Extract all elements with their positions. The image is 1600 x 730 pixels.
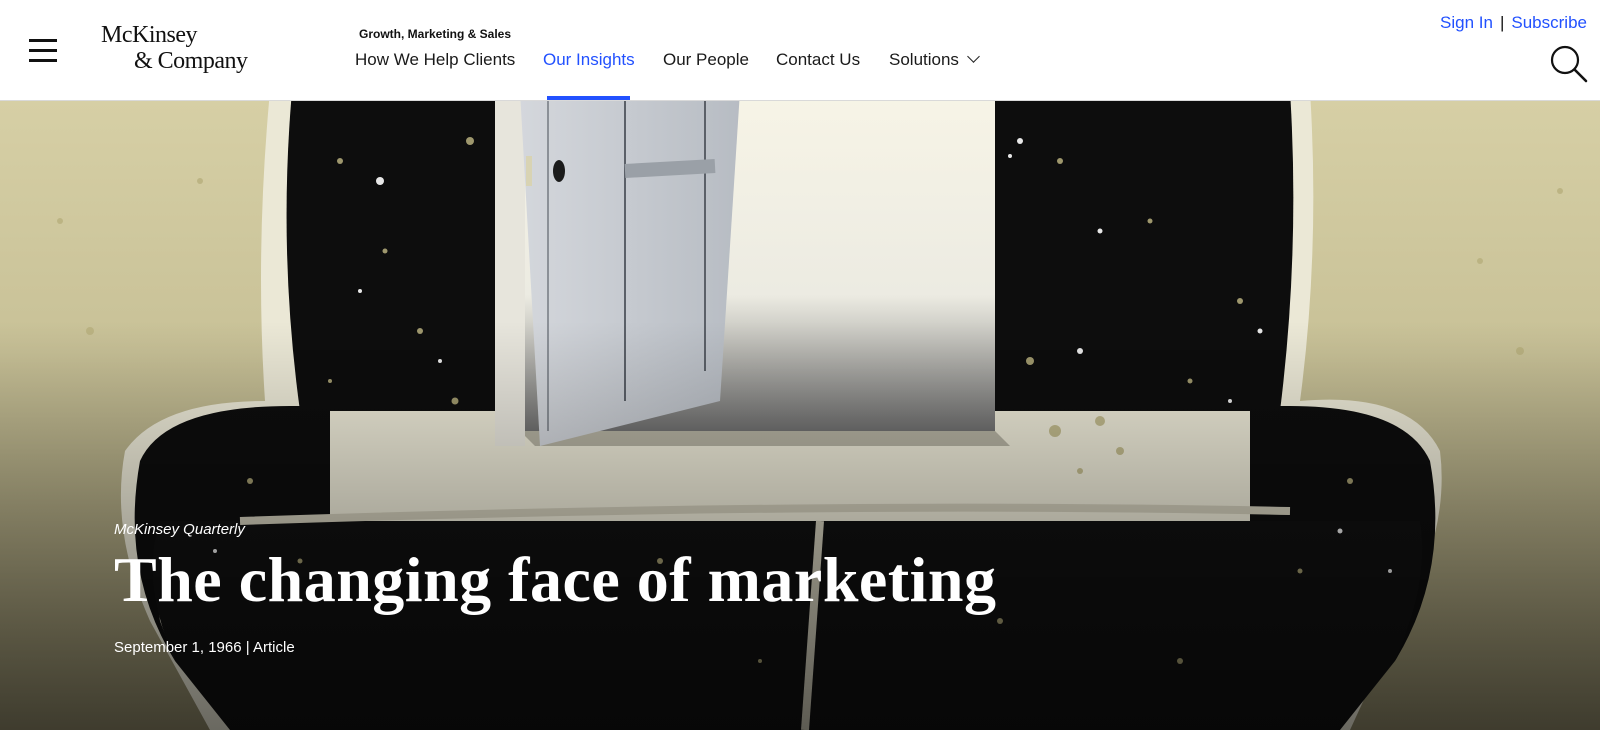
article-meta: September 1, 1966 | Article bbox=[114, 639, 295, 656]
nav-solutions[interactable]: Solutions bbox=[889, 50, 980, 70]
sign-in-link[interactable]: Sign In bbox=[1440, 13, 1493, 32]
site-header: McKinsey & Company Growth, Marketing & S… bbox=[0, 0, 1600, 101]
nav-our-people[interactable]: Our People bbox=[663, 50, 749, 70]
nav-contact-us[interactable]: Contact Us bbox=[776, 50, 860, 70]
logo-line-1: McKinsey bbox=[101, 22, 197, 48]
publication-label[interactable]: McKinsey Quarterly bbox=[114, 521, 245, 538]
nav-our-insights[interactable]: Our Insights bbox=[543, 50, 635, 70]
nav-how-we-help-clients[interactable]: How We Help Clients bbox=[355, 50, 515, 70]
hamburger-menu-icon[interactable] bbox=[29, 39, 59, 63]
search-icon[interactable] bbox=[1550, 45, 1590, 85]
section-context-label: Growth, Marketing & Sales bbox=[359, 27, 512, 41]
hero-illustration bbox=[0, 101, 1600, 730]
article-title: The changing face of marketing bbox=[114, 544, 997, 615]
active-nav-indicator bbox=[547, 96, 630, 100]
subscribe-link[interactable]: Subscribe bbox=[1511, 13, 1587, 32]
logo-line-2: & Company bbox=[134, 48, 248, 74]
nav-solutions-label: Solutions bbox=[889, 50, 959, 69]
mckinsey-logo[interactable]: McKinsey & Company bbox=[101, 22, 271, 78]
account-separator: | bbox=[1499, 13, 1505, 32]
article-hero: McKinsey Quarterly The changing face of … bbox=[0, 101, 1600, 730]
account-links: Sign In | Subscribe bbox=[1440, 13, 1587, 33]
chevron-down-icon bbox=[967, 50, 980, 63]
